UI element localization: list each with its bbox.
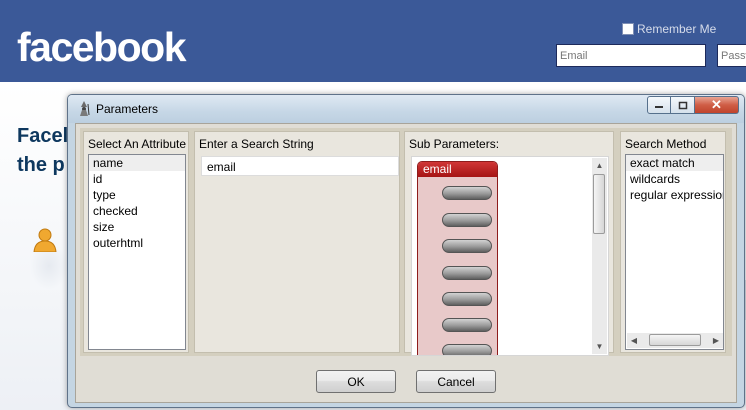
attribute-panel: Select An Attribute name id type checked… [83,131,189,353]
remember-me[interactable]: Remember Me [622,22,716,36]
close-icon: ✕ [711,97,722,112]
method-item-exact-match[interactable]: exact match [626,155,723,171]
search-method-list[interactable]: exact match wildcards regular expression… [625,154,724,350]
minimize-icon [655,106,663,108]
sub-parameter-slot[interactable] [442,186,492,200]
sub-parameters-scrollbar[interactable]: ▲ ▼ [592,158,607,354]
dialog-client: Select An Attribute name id type checked… [75,123,737,403]
attribute-item-outerhtml[interactable]: outerhtml [89,235,185,251]
search-string-panel: Enter a Search String email [194,131,400,353]
hscroll-thumb[interactable] [649,334,701,346]
screen: facebook Remember Me Email Passw Facel t… [0,0,746,410]
attribute-item-id[interactable]: id [89,171,185,187]
sub-parameter-slot[interactable] [442,239,492,253]
scroll-thumb[interactable] [593,174,605,234]
sub-parameters-label: Sub Parameters: [409,137,500,151]
scroll-right-icon[interactable]: ▶ [709,333,723,348]
wizard-icon [80,101,90,116]
sub-parameters-box[interactable]: email ▲ ▼ [411,156,609,356]
search-method-label: Search Method [625,137,707,151]
facebook-logo[interactable]: facebook [17,24,187,71]
minimize-button[interactable] [647,96,671,114]
sub-parameter-slot[interactable] [442,344,492,355]
search-string-input[interactable]: email [201,156,399,176]
ok-button[interactable]: OK [316,370,396,393]
dialog-title: Parameters [96,102,159,116]
method-item-wildcards[interactable]: wildcards [626,171,723,187]
scroll-down-icon[interactable]: ▼ [592,339,607,354]
method-item-regular-expression[interactable]: regular expression [626,187,723,203]
sub-parameter-slot[interactable] [442,292,492,306]
remember-me-label: Remember Me [637,22,717,36]
maximize-button[interactable] [671,96,695,114]
scroll-left-icon[interactable]: ◀ [627,333,641,348]
sub-parameter-slot[interactable] [442,213,492,227]
parameter-panels: Select An Attribute name id type checked… [80,128,732,356]
world-map-graphic [30,250,68,290]
window-controls: ✕ [647,96,739,114]
email-group-title: email [418,162,497,177]
password-field[interactable]: Passw [717,44,746,67]
attribute-item-checked[interactable]: checked [89,203,185,219]
remember-me-checkbox[interactable] [622,23,634,35]
cancel-button[interactable]: Cancel [416,370,496,393]
attribute-list[interactable]: name id type checked size outerhtml [88,154,186,350]
attribute-item-size[interactable]: size [89,219,185,235]
email-field[interactable]: Email [556,44,706,67]
parameters-dialog: Parameters ✕ Select An Attribute name id… [67,94,745,408]
person-icon [33,228,57,252]
attribute-item-name[interactable]: name [89,155,185,171]
search-method-panel: Search Method exact match wildcards regu… [620,131,726,353]
email-parameter-group[interactable]: email [417,161,498,355]
attribute-item-type[interactable]: type [89,187,185,203]
attribute-panel-label: Select An Attribute [88,137,187,151]
sub-parameter-slot[interactable] [442,318,492,332]
search-string-label: Enter a Search String [199,137,314,151]
close-button[interactable]: ✕ [695,96,739,114]
sub-parameters-panel: Sub Parameters: email ▲ ▼ [404,131,614,356]
dialog-titlebar[interactable]: Parameters ✕ [68,95,744,123]
scroll-up-icon[interactable]: ▲ [592,158,607,173]
maximize-icon [678,101,687,109]
sub-parameter-slot[interactable] [442,266,492,280]
method-list-hscrollbar[interactable]: ◀ ▶ [627,333,723,348]
facebook-header: facebook Remember Me Email Passw [0,0,746,82]
